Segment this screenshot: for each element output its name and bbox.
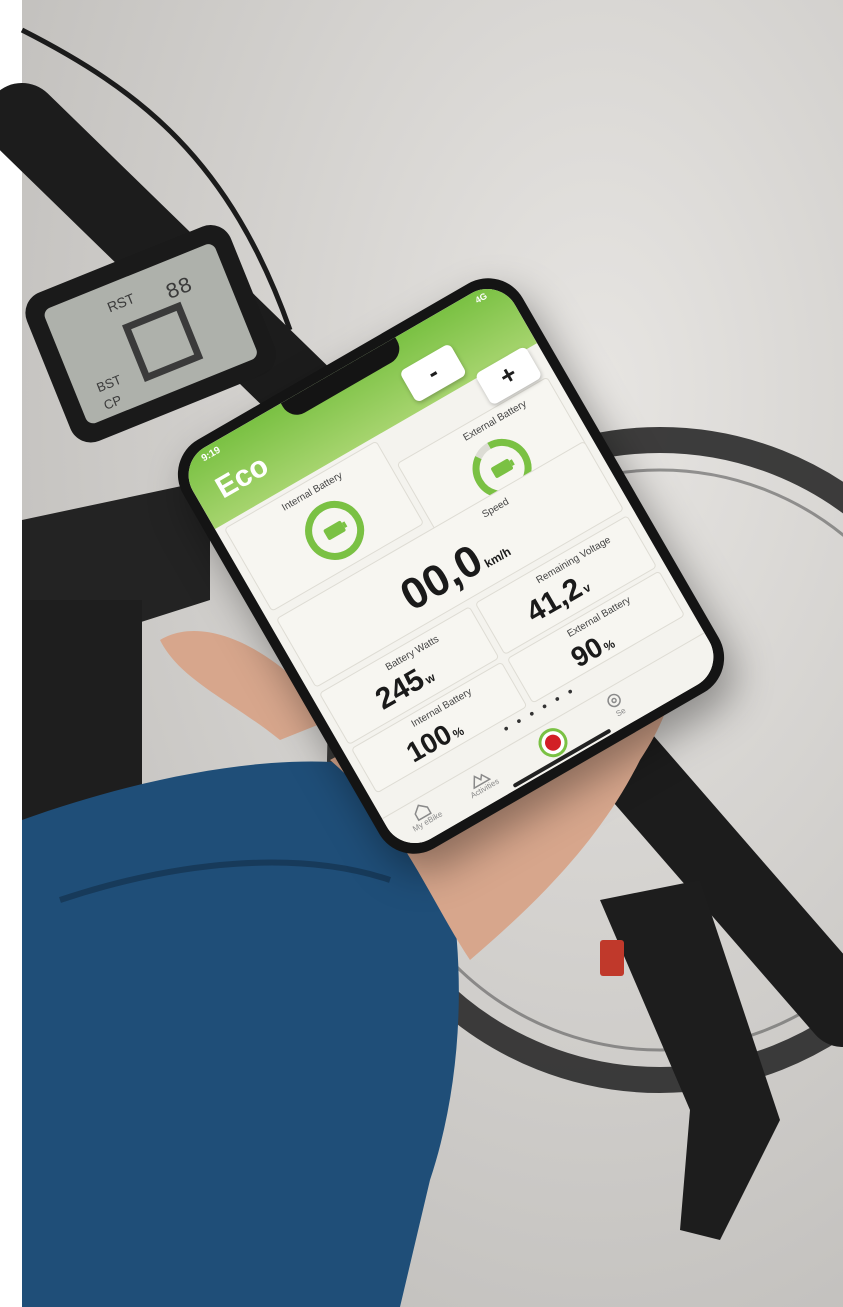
status-time: 9:19 (199, 444, 223, 465)
speed-unit: km/h (482, 544, 514, 571)
assist-mode-title: Eco (209, 449, 275, 506)
photo-scene: 88 RST BST CP 9:19 4G Eco Internal Batte… (0, 0, 843, 1307)
speed-label: Speed (480, 496, 511, 521)
status-network: 4G (473, 290, 489, 306)
internal-pct-number: 100 (401, 718, 458, 769)
speed-number: 00,0 (392, 535, 491, 621)
brake-lever-red-part (600, 940, 624, 976)
